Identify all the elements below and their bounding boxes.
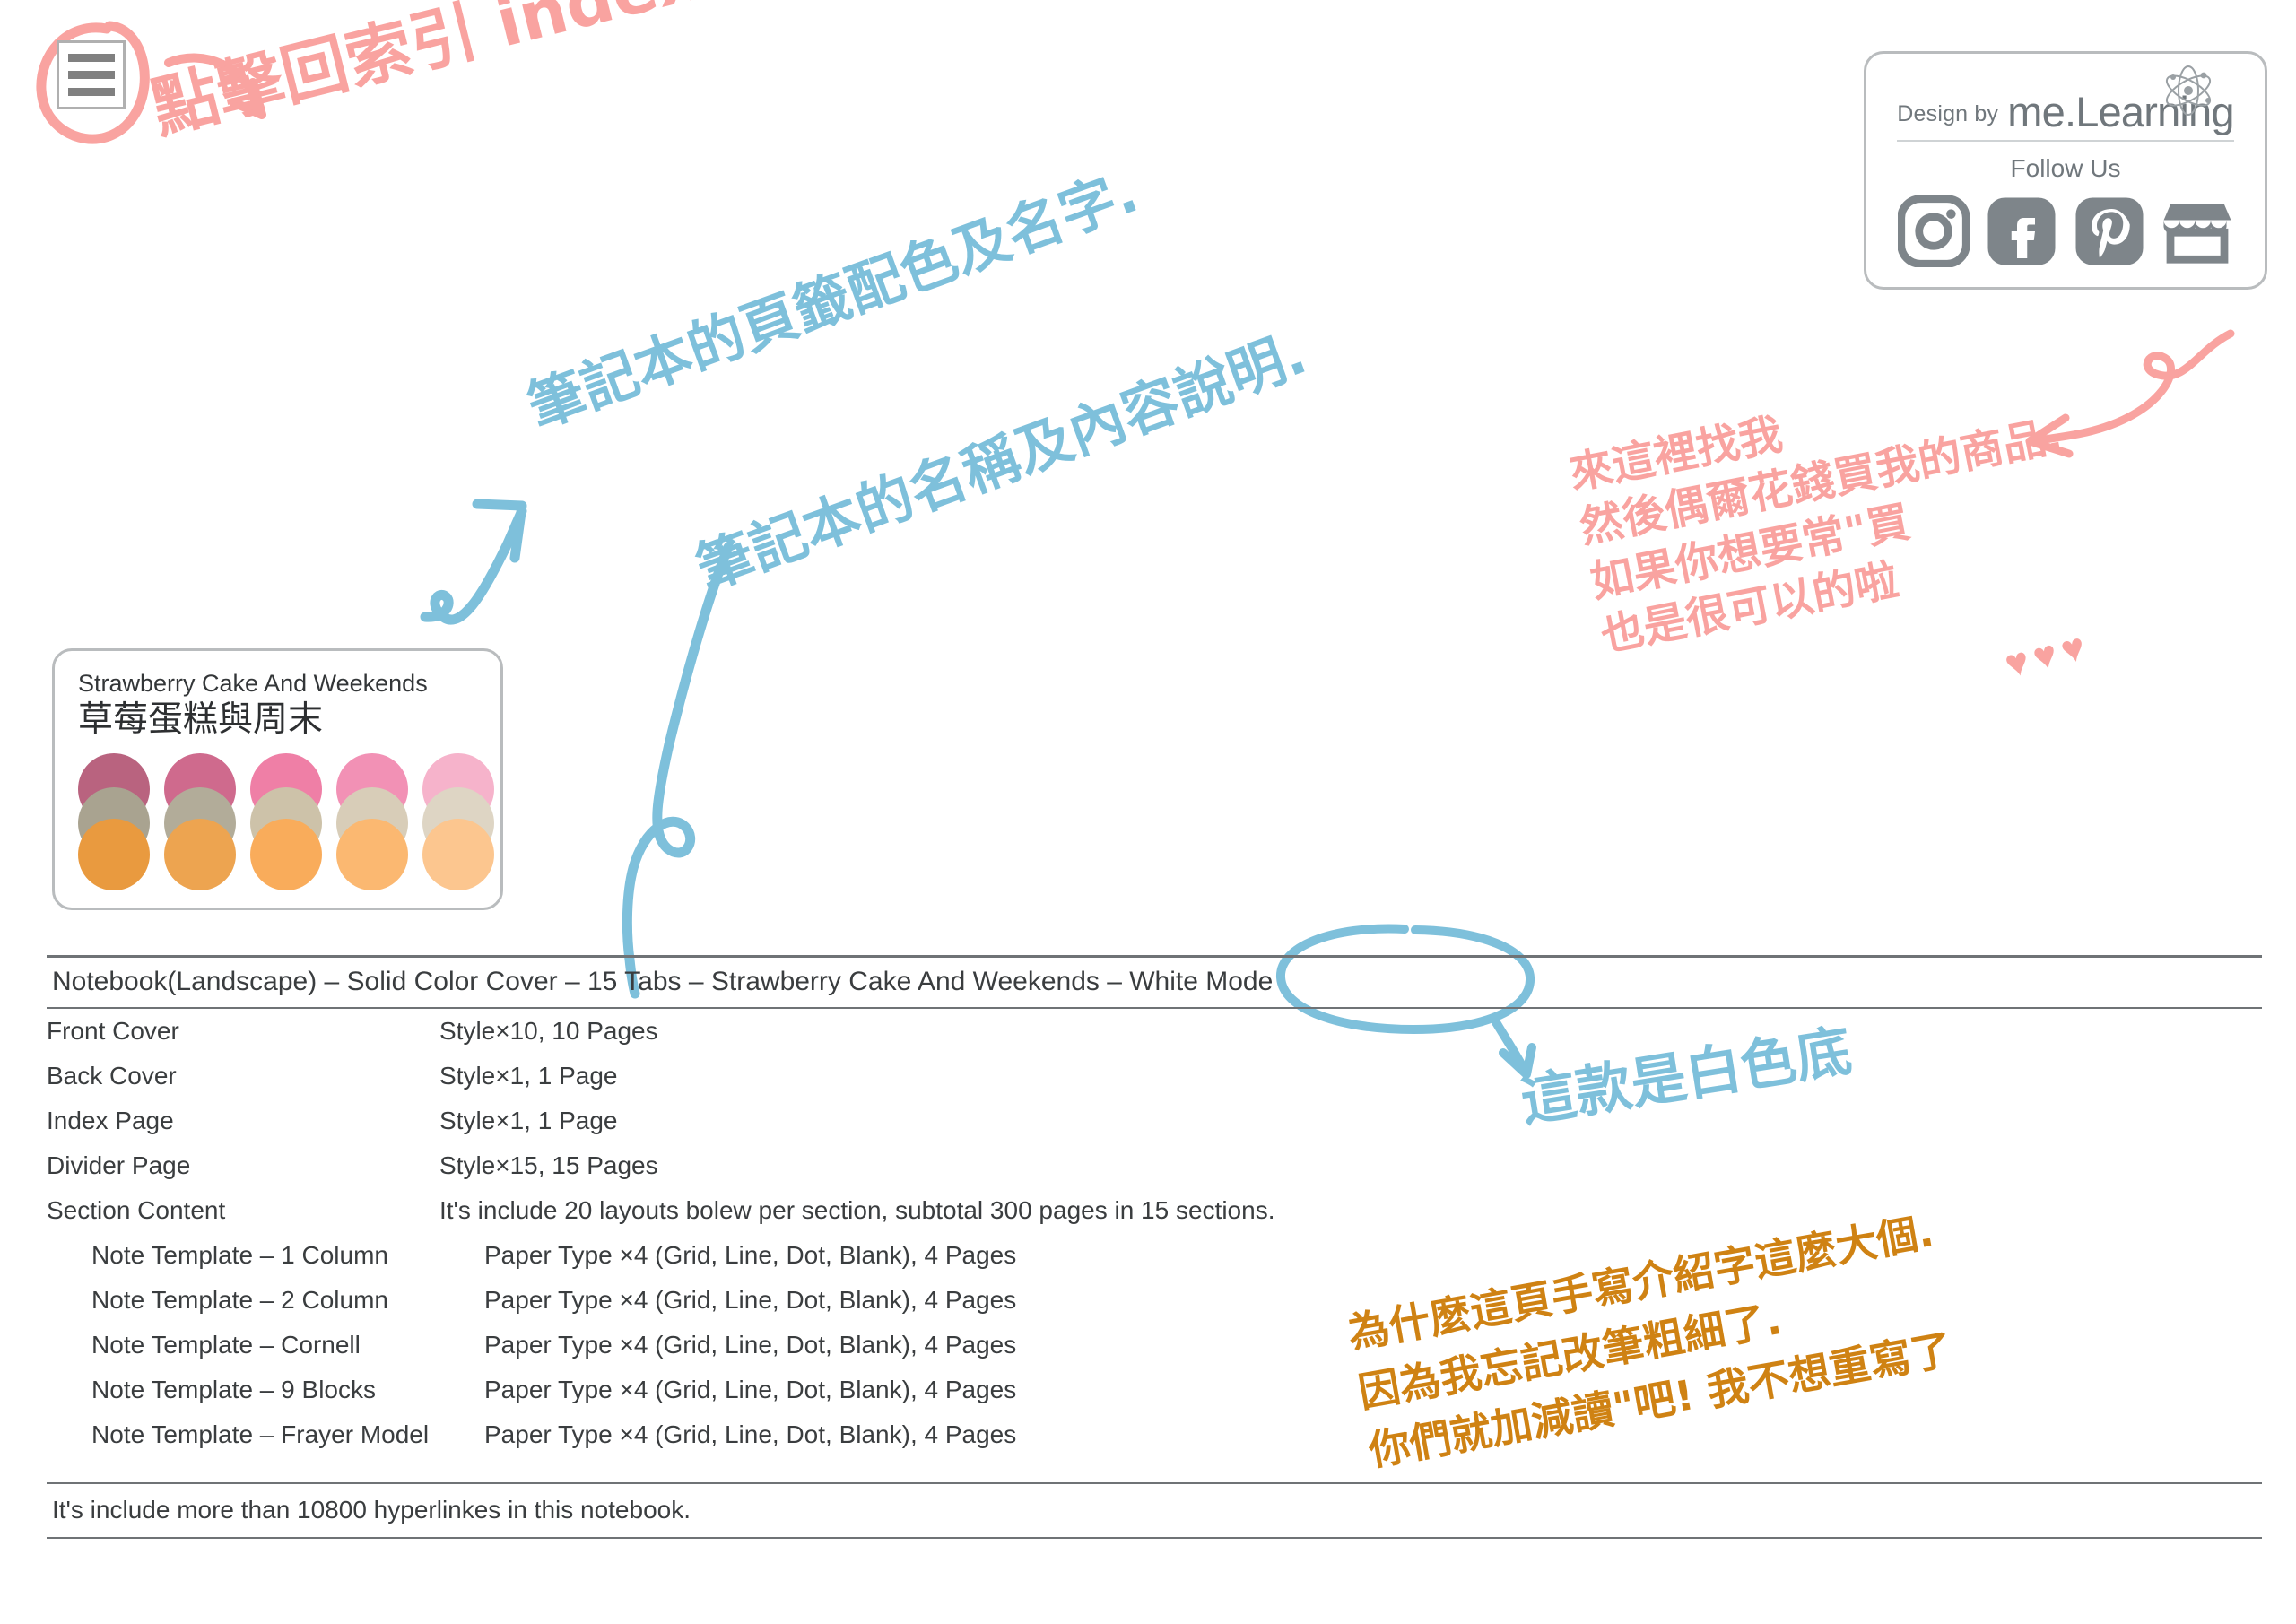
palette-card: Strawberry Cake And Weekends 草莓蛋糕與周末 — [52, 648, 503, 910]
table-cell-label: Note Template – 1 Column — [91, 1241, 388, 1269]
table-row: Note Template – 1 Column Paper Type ×4 (G… — [47, 1233, 2262, 1278]
table-cell-value: Paper Type ×4 (Grid, Line, Dot, Blank), … — [484, 1331, 1017, 1359]
pinterest-icon[interactable] — [2074, 195, 2145, 267]
table-row: Note Template – Cornell Paper Type ×4 (Gr… — [47, 1323, 2262, 1368]
annotation-shop: 來這裡找我 然後偶爾花錢買我的商品. 如果你想要常"買 也是很可以的啦 — [1565, 409, 2067, 662]
table-cell-label: Index Page — [47, 1107, 174, 1134]
instagram-icon[interactable] — [1898, 195, 1970, 267]
table-spacer — [47, 1457, 2262, 1482]
atom-icon — [2165, 65, 2212, 116]
table-cell-label: Section Content — [47, 1196, 226, 1224]
social-links — [1886, 195, 2245, 267]
table-cell-value: Style×15, 15 Pages — [439, 1151, 658, 1179]
brand-divider — [1897, 140, 2234, 142]
table-footer-bottom-rule — [47, 1537, 2262, 1539]
palette-swatch-dot — [336, 818, 408, 890]
table-row: Divider Page Style×15, 15 Pages — [47, 1143, 2262, 1188]
design-by-label: Design by — [1897, 101, 1999, 126]
facebook-icon[interactable] — [1986, 195, 2057, 267]
palette-swatch-dot — [422, 818, 494, 890]
table-body: Front Cover Style×10, 10 Pages Back Cover S… — [47, 1009, 2262, 1457]
table-cell-label: Back Cover — [47, 1062, 177, 1090]
table-row: Note Template – 2 Column Paper Type ×4 (G… — [47, 1278, 2262, 1323]
table-cell-value: Style×1, 1 Page — [439, 1107, 618, 1134]
index-menu-button[interactable] — [57, 40, 126, 109]
table-cell-value: Paper Type ×4 (Grid, Line, Dot, Blank), … — [484, 1241, 1017, 1269]
table-title: Notebook(Landscape) – Solid Color Cover … — [52, 967, 1274, 996]
table-cell-label: Note Template – Frayer Model — [91, 1420, 430, 1448]
table-cell-label: Divider Page — [47, 1151, 191, 1179]
table-cell-value: Paper Type ×4 (Grid, Line, Dot, Blank), … — [484, 1420, 1017, 1448]
palette-swatch-dot — [164, 818, 236, 890]
palette-swatch-column — [164, 752, 241, 892]
blue-curl-to-name-text — [622, 542, 734, 999]
table-row: Note Template – Frayer Model Paper Type ×… — [47, 1412, 2262, 1457]
annotation-index: 點擊回索引 index — [144, 0, 707, 149]
shop-icon[interactable] — [2161, 195, 2233, 267]
palette-title-zh: 草莓蛋糕與周末 — [78, 699, 324, 740]
palette-title-en: Strawberry Cake And Weekends — [78, 670, 428, 697]
palette-swatch-column — [422, 752, 500, 892]
table-row: Back Cover Style×1, 1 Page — [47, 1054, 2262, 1099]
table-cell-value: Paper Type ×4 (Grid, Line, Dot, Blank), … — [484, 1286, 1017, 1314]
table-cell-label: Note Template – 9 Blocks — [91, 1376, 376, 1403]
table-footer-note: It's include more than 10800 hyperlinkes… — [52, 1496, 691, 1524]
table-cell-label: Note Template – 2 Column — [91, 1286, 388, 1314]
pink-arrow-to-index-text — [164, 53, 266, 119]
annotation-tabs: 筆記本的頁籤配色及名字. — [519, 159, 1146, 441]
table-row: Note Template – 9 Blocks Paper Type ×4 (G… — [47, 1368, 2262, 1412]
follow-us-label: Follow Us — [2010, 154, 2121, 182]
table-row: Section Content It's include 20 layouts b… — [47, 1188, 2262, 1233]
palette-swatch-column — [78, 752, 155, 892]
spec-table: Notebook(Landscape) – Solid Color Cover … — [47, 955, 2262, 1539]
table-cell-value: Paper Type ×4 (Grid, Line, Dot, Blank), … — [484, 1376, 1017, 1403]
table-cell-value: Style×1, 1 Page — [439, 1062, 618, 1090]
menu-bar-icon — [67, 71, 115, 79]
table-cell-value: It's include 20 layouts bolew per sectio… — [439, 1196, 1275, 1224]
table-cell-label: Front Cover — [47, 1017, 179, 1045]
table-cell-label: Note Template – Cornell — [91, 1331, 361, 1359]
palette-swatch-column — [250, 752, 327, 892]
palette-swatch-dot — [78, 818, 150, 890]
brand-row: Design by me.Learning — [1886, 65, 2245, 133]
table-row: Index Page Style×1, 1 Page — [47, 1099, 2262, 1143]
palette-swatches — [78, 752, 494, 892]
menu-bar-icon — [67, 54, 115, 62]
palette-swatch-dot — [250, 818, 322, 890]
annotation-name: 筆記本的名稱及內容說明. — [688, 320, 1315, 603]
palette-swatch-column — [336, 752, 413, 892]
annotation-hearts: ♥♥♥ — [2000, 623, 2095, 687]
table-cell-value: Style×10, 10 Pages — [439, 1017, 658, 1045]
table-row: Front Cover Style×10, 10 Pages — [47, 1009, 2262, 1054]
brand-card: Design by me.Learning Follow Us — [1864, 51, 2267, 290]
menu-bar-icon — [67, 88, 115, 96]
pink-arrow-to-brand-card — [2025, 329, 2235, 458]
page-root: 點擊回索引 index Design by me.Learning Follow… — [0, 0, 2296, 1624]
